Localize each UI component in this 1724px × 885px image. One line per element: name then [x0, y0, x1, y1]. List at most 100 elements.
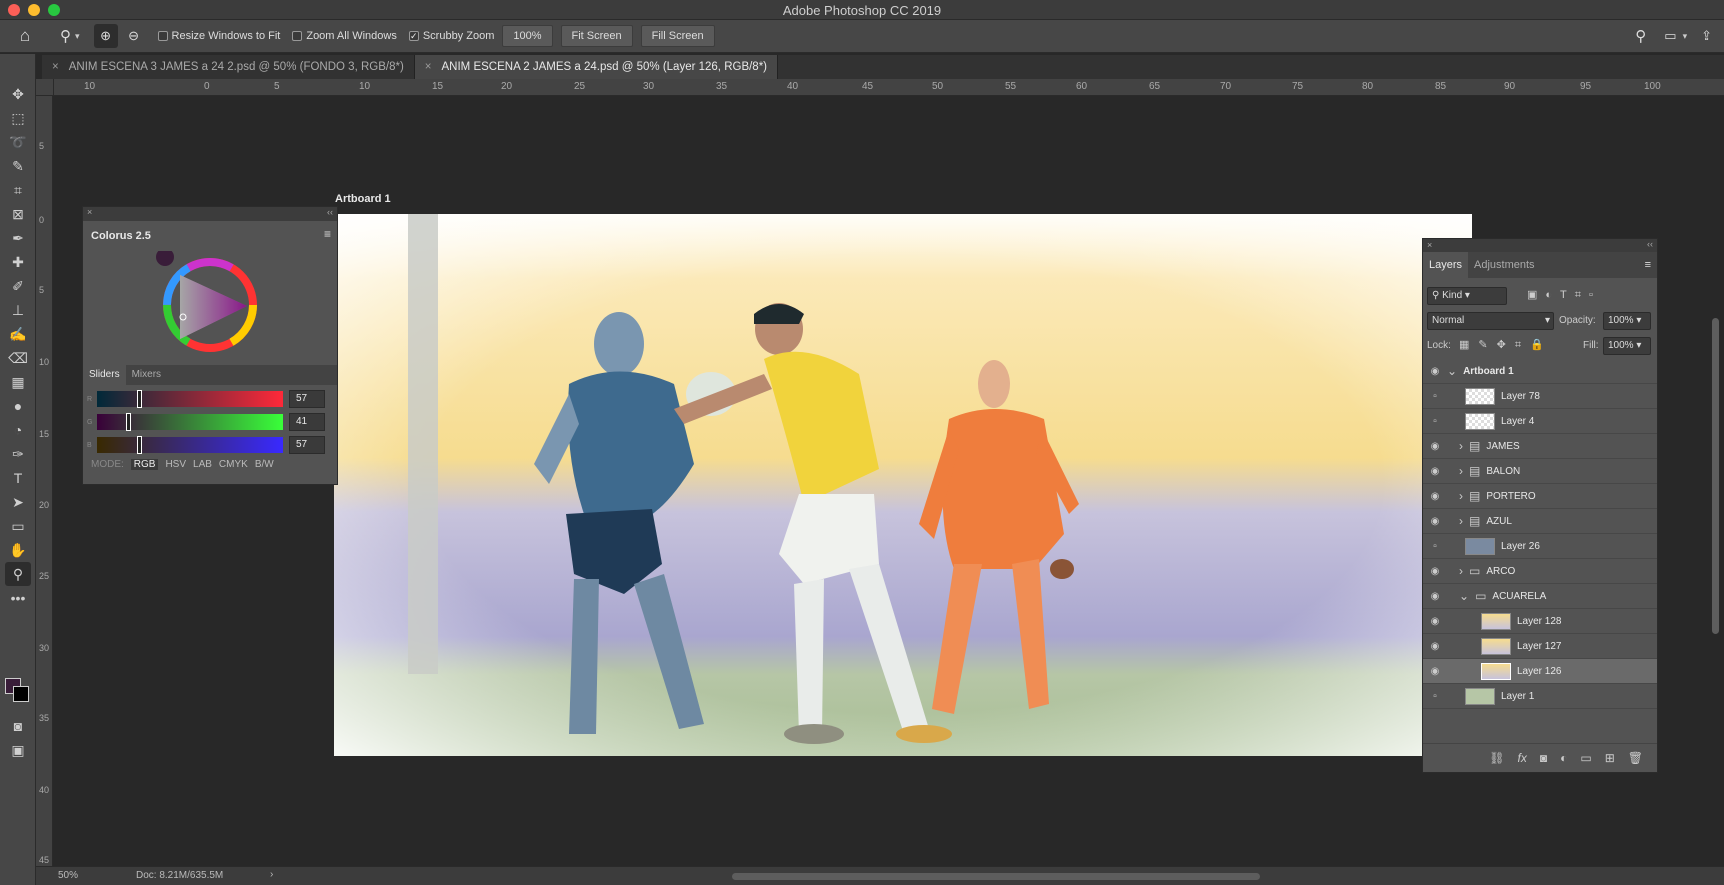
- ruler-horizontal[interactable]: 10 0 5 10 15 20 25 30 35 40 45 50 55 60 65 70 75 80 85 90 95…: [54, 79, 1724, 96]
- crop-tool-icon[interactable]: ⌗: [5, 178, 31, 202]
- panel-menu-icon[interactable]: ≡: [1645, 252, 1651, 278]
- layer-row-selected[interactable]: ◉ Layer 126: [1423, 659, 1657, 684]
- layer-row-group[interactable]: ◉ › ▤ AZUL: [1423, 509, 1657, 534]
- tab-layers[interactable]: Layers: [1423, 252, 1469, 278]
- zoom-all-windows-checkbox[interactable]: Zoom All Windows: [292, 30, 397, 42]
- mode-hsv[interactable]: HSV: [165, 459, 186, 470]
- blend-mode-select[interactable]: Normal ▾: [1427, 312, 1554, 330]
- trash-icon[interactable]: 🗑: [1628, 751, 1643, 765]
- blue-value-field[interactable]: 57: [289, 436, 325, 454]
- marquee-tool-icon[interactable]: ⬚: [5, 106, 31, 130]
- brush-tool-icon[interactable]: ✐: [5, 274, 31, 298]
- red-value-field[interactable]: 57: [289, 390, 325, 408]
- document-tab-active[interactable]: × ANIM ESCENA 2 JAMES a 24.psd @ 50% (Lay…: [414, 55, 779, 79]
- pen-tool-icon[interactable]: ✑: [5, 442, 31, 466]
- collapse-icon[interactable]: ‹‹: [1647, 239, 1653, 249]
- layer-row-group[interactable]: ◉ › ▤ JAMES: [1423, 434, 1657, 459]
- layer-row[interactable]: ▫ Layer 26: [1423, 534, 1657, 559]
- close-icon[interactable]: ×: [52, 61, 59, 73]
- adjustment-layer-icon[interactable]: ◐: [1560, 751, 1567, 765]
- frame-tool-icon[interactable]: ⊠: [5, 202, 31, 226]
- mode-bw[interactable]: B/W: [255, 459, 274, 470]
- screen-mode-icon[interactable]: ▣: [5, 738, 31, 762]
- filter-icons[interactable]: ▣◐T⌗▫: [1527, 288, 1601, 302]
- scrubby-zoom-checkbox[interactable]: ✓ Scrubby Zoom: [408, 30, 494, 42]
- opacity-field[interactable]: 100% ▾: [1603, 312, 1651, 330]
- quick-selection-icon[interactable]: ✎: [5, 154, 31, 178]
- fill-screen-button[interactable]: Fill Screen: [640, 25, 715, 47]
- eye-icon[interactable]: ◉: [1423, 616, 1447, 627]
- background-color-swatch[interactable]: [13, 686, 29, 702]
- layer-row[interactable]: ▫ Layer 78: [1423, 384, 1657, 409]
- document-tab[interactable]: × ANIM ESCENA 3 JAMES a 24 2.psd @ 50% (F…: [42, 55, 415, 79]
- layer-row-group[interactable]: ◉ ⌄ ▭ ACUARELA: [1423, 584, 1657, 609]
- chevron-right-icon[interactable]: ›: [1459, 514, 1463, 528]
- add-mask-icon[interactable]: ◙: [1540, 751, 1547, 765]
- eye-icon[interactable]: ◉: [1423, 516, 1447, 527]
- eye-icon[interactable]: ◉: [1423, 666, 1447, 677]
- layer-row[interactable]: ◉ Layer 127: [1423, 634, 1657, 659]
- green-value-field[interactable]: 41: [289, 413, 325, 431]
- fill-field[interactable]: 100% ▾: [1603, 337, 1651, 355]
- chevron-right-icon[interactable]: ›: [1459, 564, 1463, 578]
- mode-rgb[interactable]: RGB: [130, 459, 159, 470]
- eye-icon[interactable]: ◉: [1423, 491, 1447, 502]
- tab-adjustments[interactable]: Adjustments: [1468, 252, 1541, 278]
- eye-icon[interactable]: ◉: [1423, 366, 1447, 377]
- eye-icon[interactable]: ◉: [1423, 441, 1447, 452]
- chevron-down-icon[interactable]: ▾: [1683, 31, 1688, 42]
- path-selection-icon[interactable]: ➤: [5, 490, 31, 514]
- zoom-out-icon[interactable]: ⊖: [122, 28, 146, 44]
- artwork-image[interactable]: [334, 214, 1472, 756]
- hidden-eye-icon[interactable]: ▫: [1423, 391, 1447, 402]
- layer-row[interactable]: ▫ Layer 1: [1423, 684, 1657, 709]
- rectangle-tool-icon[interactable]: ▭: [5, 514, 31, 538]
- hand-tool-icon[interactable]: ✋: [5, 538, 31, 562]
- close-icon[interactable]: ×: [87, 207, 92, 217]
- chevron-right-icon[interactable]: ›: [1459, 489, 1463, 503]
- hidden-eye-icon[interactable]: ▫: [1423, 691, 1447, 702]
- eye-icon[interactable]: ◉: [1423, 641, 1447, 652]
- chevron-down-icon[interactable]: ⌄: [1447, 364, 1457, 378]
- history-brush-icon[interactable]: ✍: [5, 322, 31, 346]
- chevron-right-icon[interactable]: ›: [1459, 439, 1463, 453]
- clone-stamp-icon[interactable]: ⊥: [5, 298, 31, 322]
- link-layers-icon[interactable]: ⛓: [1489, 751, 1504, 765]
- search-icon[interactable]: ⚲: [1635, 27, 1646, 45]
- dodge-tool-icon[interactable]: ◔: [5, 418, 31, 442]
- eraser-icon[interactable]: ⌫: [5, 346, 31, 370]
- layer-row-group[interactable]: ◉ › ▤ PORTERO: [1423, 484, 1657, 509]
- red-slider[interactable]: [97, 390, 283, 408]
- mode-cmyk[interactable]: CMYK: [219, 459, 248, 470]
- new-layer-icon[interactable]: ⊞: [1605, 751, 1615, 765]
- collapse-icon[interactable]: ‹‹: [327, 207, 333, 217]
- eyedropper-icon[interactable]: ✒: [5, 226, 31, 250]
- resize-windows-checkbox[interactable]: Resize Windows to Fit: [157, 30, 280, 42]
- lock-icons[interactable]: ▦✎✥⌗🔒: [1459, 338, 1553, 352]
- layer-row-artboard[interactable]: ◉ ⌄ Artboard 1: [1423, 359, 1657, 384]
- layer-row[interactable]: ▫ Layer 4: [1423, 409, 1657, 434]
- chevron-down-icon[interactable]: ▾: [75, 31, 80, 42]
- green-slider[interactable]: [97, 413, 283, 431]
- eye-icon[interactable]: ◉: [1423, 566, 1447, 577]
- zoom-tool-icon[interactable]: ⚲: [5, 562, 31, 586]
- layer-row[interactable]: ◉ Layer 128: [1423, 609, 1657, 634]
- eye-icon[interactable]: ◉: [1423, 466, 1447, 477]
- eye-icon[interactable]: ◉: [1423, 591, 1447, 602]
- workspace-icon[interactable]: ▭: [1664, 28, 1676, 44]
- tab-mixers[interactable]: Mixers: [126, 365, 167, 385]
- vertical-scrollbar[interactable]: [1712, 318, 1719, 634]
- zoom-level[interactable]: 50%: [58, 870, 78, 881]
- type-tool-icon[interactable]: T: [5, 466, 31, 490]
- layer-row-group[interactable]: ◉ › ▭ ARCO: [1423, 559, 1657, 584]
- layer-row-group[interactable]: ◉ › ▤ BALON: [1423, 459, 1657, 484]
- fx-icon[interactable]: fx: [1518, 751, 1527, 765]
- quick-mask-icon[interactable]: ◙: [5, 714, 31, 738]
- green-slider-handle[interactable]: [126, 413, 131, 431]
- close-icon[interactable]: ×: [1423, 240, 1432, 250]
- move-tool-icon[interactable]: ✥: [5, 82, 31, 106]
- zoom-tool-icon[interactable]: ⚲: [60, 27, 71, 45]
- chevron-right-icon[interactable]: ›: [270, 869, 273, 880]
- tab-sliders[interactable]: Sliders: [83, 365, 126, 385]
- close-icon[interactable]: ×: [425, 61, 432, 73]
